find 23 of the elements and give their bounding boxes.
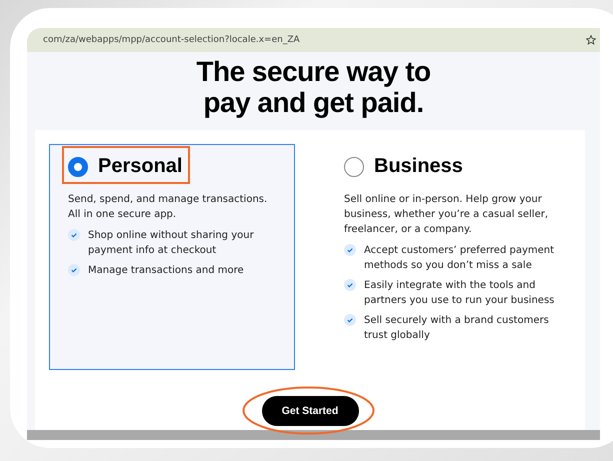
check-icon [68,264,80,276]
check-icon [344,279,356,291]
option-description: Sell online or in-person. Help grow your business, whether you’re a casual seller, freelancer, or a company. [344,193,550,237]
get-started-button[interactable]: Get Started [262,396,358,426]
star-icon[interactable] [586,35,596,45]
feature-text: Manage transactions and more [88,264,244,278]
account-option[interactable]: Personal Send, spend, and manage transactions. All in one secure app. Shop online without sharing your payment info at checkout Manage transactions and more [49,144,295,370]
feature-text: Accept customers’ preferred payment methods so you don’t miss a sale [364,244,556,273]
url-text: com/za/webapps/mpp/account-selection?locale.x=en_ZA [43,35,300,45]
address-bar[interactable]: com/za/webapps/mpp/account-selection?locale.x=en_ZA [27,28,600,52]
check-icon [344,314,356,326]
page-heading: The secure way to [196,56,431,87]
option-title: Business [374,155,463,178]
radio-button[interactable] [344,156,364,176]
option-description: Send, spend, and manage transactions. All in one secure app. [68,193,268,222]
feature-text: Easily integrate with the tools and partners you use to run your business [364,279,556,308]
radio-button[interactable] [68,156,88,176]
option-title: Personal [98,155,182,178]
check-icon [68,229,80,241]
check-icon [344,244,356,256]
page-heading: pay and get paid. [203,87,424,118]
feature-text: Sell securely with a brand customers trust globally [364,314,550,343]
feature-text: Shop online without sharing your payment info at checkout [88,229,255,258]
